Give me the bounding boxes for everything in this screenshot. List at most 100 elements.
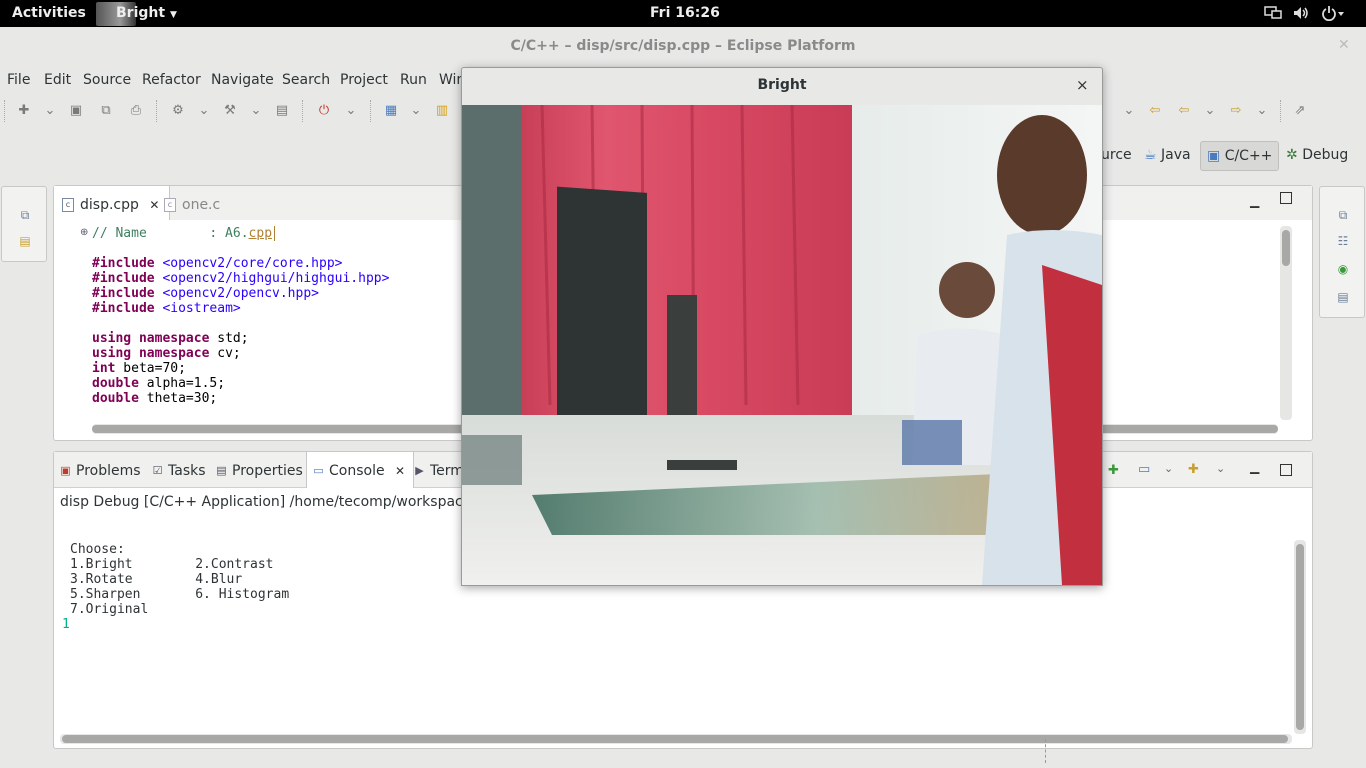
menu-navigate[interactable]: Navigate (211, 72, 274, 88)
chevron-down-icon[interactable]: ⌄ (42, 103, 58, 119)
save-all-icon[interactable]: ⧉ (98, 103, 114, 119)
menu-refactor[interactable]: Refactor (142, 72, 201, 88)
maximize-icon[interactable] (1280, 464, 1292, 476)
chevron-down-icon[interactable]: ⌄ (248, 103, 264, 119)
save-icon[interactable]: ▣ (68, 103, 84, 119)
debug-icon[interactable]: ⏻ (316, 103, 332, 119)
chevron-down-icon[interactable]: ⌄ (1216, 462, 1225, 475)
console-user-input[interactable]: 1 (62, 617, 70, 632)
restore-icon[interactable]: ⧉ (1335, 207, 1351, 223)
tab-label: Problems (76, 463, 141, 479)
chevron-down-icon: ▼ (169, 10, 177, 20)
activities-button[interactable]: Activities (12, 5, 86, 21)
code-line[interactable]: int beta=70; (92, 361, 389, 376)
tab-label: disp.cpp (80, 197, 139, 213)
restore-icon[interactable]: ⧉ (17, 207, 33, 223)
code-token: #include (92, 271, 155, 286)
code-line[interactable]: #include <opencv2/core/core.hpp> (92, 256, 389, 271)
new-icon[interactable]: ✚ (16, 103, 32, 119)
close-icon[interactable]: × (1076, 76, 1089, 94)
scrollbar-thumb[interactable] (1296, 544, 1304, 730)
cpp-file-icon: c (62, 198, 74, 212)
chevron-down-icon[interactable]: ⌄ (1202, 103, 1218, 119)
problems-icon: ▣ (60, 464, 71, 477)
tab-problems[interactable]: ▣ Problems (54, 452, 149, 488)
new-console-icon[interactable]: ✚ (1108, 463, 1119, 478)
code-line[interactable] (92, 241, 389, 256)
chevron-down-icon[interactable]: ⌄ (196, 103, 212, 119)
tab-properties[interactable]: ▤ Properties (210, 452, 311, 488)
menu-search[interactable]: Search (282, 72, 330, 88)
forward-icon[interactable]: ⇨ (1228, 103, 1244, 119)
code-line[interactable]: #include <opencv2/opencv.hpp> (92, 286, 389, 301)
display-console-icon[interactable]: ▭ (1138, 462, 1150, 477)
chevron-down-icon[interactable]: ⌄ (1121, 103, 1137, 119)
back-icon[interactable]: ⇦ (1176, 103, 1192, 119)
open-type-icon[interactable]: ▥ (434, 103, 450, 119)
properties-icon: ▤ (216, 464, 227, 477)
fold-expand-icon[interactable]: ⊕ (80, 228, 90, 238)
minimize-icon[interactable]: ▁ (1250, 460, 1259, 474)
scrollbar-thumb[interactable] (1282, 230, 1290, 266)
menu-run[interactable]: Run (400, 72, 427, 88)
code-line[interactable] (92, 316, 389, 331)
close-icon[interactable]: ✕ (395, 464, 405, 478)
print-icon[interactable]: ⎙ (128, 103, 144, 119)
bright-image-window[interactable]: Bright × (461, 67, 1103, 586)
tab-tasks[interactable]: ☑ Tasks (146, 452, 214, 488)
make-target-icon[interactable]: ◉ (1335, 261, 1351, 277)
code-token: <opencv2/core/core.hpp> (162, 256, 343, 271)
tab-label: Tasks (168, 463, 206, 479)
console-output[interactable]: Choose: 1.Bright 2.Contrast 3.Rotate 4.B… (70, 542, 289, 617)
tab-one-c[interactable]: c one.c (156, 186, 230, 220)
outline-icon[interactable]: ☷ (1335, 233, 1351, 249)
code-token: // Name : A6. (92, 226, 249, 241)
console-horizontal-scrollbar[interactable] (60, 734, 1292, 744)
perspective-java[interactable]: ☕ Java (1138, 141, 1197, 171)
code-line[interactable]: #include <iostream> (92, 301, 389, 316)
code-token: namespace (138, 331, 210, 346)
build-config-icon[interactable]: ⚙ (170, 103, 186, 119)
perspective-debug[interactable]: ✲ Debug (1280, 141, 1354, 171)
tab-label: one.c (182, 197, 221, 213)
network-icon[interactable] (1264, 5, 1282, 25)
chevron-down-icon[interactable]: ⌄ (1164, 462, 1173, 475)
menu-source[interactable]: Source (83, 72, 131, 88)
chevron-down-icon[interactable]: ⌄ (343, 103, 359, 119)
pin-editor-icon[interactable]: ⇗ (1292, 103, 1308, 119)
code-line[interactable]: #include <opencv2/highgui/highgui.hpp> (92, 271, 389, 286)
hammer-icon[interactable]: ⚒ (222, 103, 238, 119)
code-line[interactable]: double alpha=1.5; (92, 376, 389, 391)
new-class-icon[interactable]: ▦ (383, 103, 399, 119)
code-line[interactable]: double theta=30; (92, 391, 389, 406)
app-menu-button[interactable]: Bright ▼ (96, 0, 178, 27)
maximize-icon[interactable] (1280, 192, 1292, 204)
code-token: <opencv2/opencv.hpp> (162, 286, 319, 301)
last-edit-icon[interactable]: ⇦ (1147, 103, 1163, 119)
code-line[interactable]: using namespace cv; (92, 346, 389, 361)
menu-edit[interactable]: Edit (44, 72, 71, 88)
menu-project[interactable]: Project (340, 72, 388, 88)
binary-icon[interactable]: ▤ (274, 103, 290, 119)
project-explorer-icon[interactable]: ▤ (17, 233, 33, 249)
tab-disp-cpp[interactable]: c disp.cpp ✕ (54, 186, 171, 220)
console-vertical-scrollbar[interactable] (1294, 540, 1306, 734)
editor-vertical-scrollbar[interactable] (1280, 226, 1292, 420)
webcam-image (462, 105, 1102, 585)
chevron-down-icon[interactable]: ⌄ (408, 103, 424, 119)
power-icon[interactable] (1322, 5, 1346, 25)
perspective-cpp[interactable]: ▣ C/C++ (1200, 141, 1280, 171)
menu-file[interactable]: File (7, 72, 30, 88)
clock[interactable]: Fri 16:26 (650, 5, 720, 21)
tab-console[interactable]: ▭ Console ✕ (306, 452, 415, 488)
minimize-icon[interactable]: ▁ (1250, 194, 1259, 208)
volume-icon[interactable] (1293, 5, 1309, 25)
chevron-down-icon[interactable]: ⌄ (1254, 103, 1270, 119)
task-list-icon[interactable]: ▤ (1335, 289, 1351, 305)
code-text[interactable]: // Name : A6.cpp #include <opencv2/core/c… (92, 226, 389, 406)
open-console-icon[interactable]: ✚ (1188, 462, 1199, 477)
scrollbar-thumb[interactable] (62, 735, 1288, 743)
code-line[interactable]: using namespace std; (92, 331, 389, 346)
code-line[interactable]: // Name : A6.cpp (92, 226, 389, 241)
close-icon[interactable]: ✕ (1338, 37, 1350, 53)
